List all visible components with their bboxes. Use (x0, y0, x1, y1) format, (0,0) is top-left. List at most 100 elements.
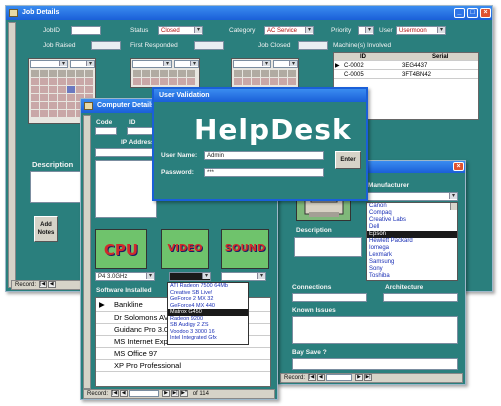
add-notes-button[interactable]: Add Notes (34, 216, 58, 242)
new-record-button[interactable]: ▶* (180, 390, 189, 397)
status-label: Status (130, 27, 149, 34)
calendar-month-select[interactable] (233, 60, 271, 68)
close-button[interactable]: × (480, 8, 491, 18)
job-details-titlebar[interactable]: Job Details _ □ × (6, 6, 492, 20)
record-label: Record: (15, 282, 37, 289)
table-row[interactable]: XP Pro Professional (96, 360, 270, 372)
video-select[interactable] (169, 272, 211, 281)
list-item[interactable]: Hewlett Packard (367, 238, 457, 245)
list-item[interactable]: Toshiba (367, 273, 457, 280)
hardware-record-navigator[interactable]: Record: |◀ ◀ ▶ ▶| (280, 373, 463, 383)
first-record-button[interactable]: |◀ (110, 390, 119, 397)
job-id-label: JobID (43, 27, 60, 34)
add-notes-label: Add Notes (37, 222, 55, 236)
known-issues-field[interactable] (292, 316, 458, 344)
dropdown-item[interactable]: Intel Integrated Gfx (168, 335, 248, 342)
software-item: XP Pro Professional (114, 361, 181, 370)
calendar-days[interactable] (234, 70, 296, 85)
username-label: User Name: (161, 152, 198, 159)
list-item[interactable]: Creative Labs (367, 217, 457, 224)
description-field[interactable] (294, 237, 362, 257)
description-field[interactable] (30, 171, 82, 203)
job-id-field[interactable] (71, 26, 101, 35)
video-dropdown-list[interactable]: ATI Radeon 7500 64Mb Creative SB Live! G… (167, 282, 249, 345)
list-item[interactable]: Dell (367, 224, 457, 231)
job-details-title: Job Details (22, 9, 60, 16)
list-item[interactable]: Samsung (367, 259, 457, 266)
grid-header-id: ID (360, 54, 366, 60)
job-record-navigator[interactable]: Record: |◀ ◀ (11, 280, 83, 290)
list-item[interactable]: Lexmark (367, 252, 457, 259)
record-selector-strip[interactable] (83, 115, 91, 389)
id-field[interactable] (127, 127, 153, 135)
next-record-button[interactable]: ▶ (162, 390, 171, 397)
list-item[interactable]: Compaq (367, 210, 457, 217)
record-number-field[interactable] (129, 390, 160, 397)
code-label: Code (96, 119, 113, 126)
last-record-button[interactable]: ▶| (364, 374, 373, 381)
priority-select[interactable] (358, 26, 374, 35)
record-number-field[interactable] (326, 374, 353, 381)
category-select[interactable]: AC Service (264, 26, 314, 35)
prev-record-button[interactable]: ◀ (316, 374, 325, 381)
calendar-first-responded[interactable] (130, 58, 200, 88)
enter-button[interactable]: Enter (335, 151, 361, 169)
code-field[interactable] (95, 127, 117, 135)
sound-chip[interactable]: SOUND (221, 229, 269, 269)
row-indicator-icon: ▶ (335, 63, 340, 69)
list-item[interactable]: Iomega (367, 245, 457, 252)
notes-field[interactable] (95, 160, 157, 218)
manufacturer-scrollbar[interactable] (450, 203, 457, 210)
list-item[interactable]: Sony (367, 266, 457, 273)
grid-header: ID Serial (334, 53, 478, 61)
record-selector-strip[interactable] (8, 22, 16, 288)
list-item[interactable]: Canon (367, 203, 457, 210)
manufacturer-select[interactable] (366, 192, 458, 201)
first-record-button[interactable]: |◀ (38, 281, 47, 288)
connections-label: Connections (292, 284, 332, 291)
grid-header-serial: Serial (432, 54, 449, 60)
priority-label: Priority (331, 27, 352, 34)
calendar-month-select[interactable] (30, 60, 68, 68)
calendar-year-select[interactable] (70, 60, 95, 68)
calendar-days[interactable] (133, 70, 195, 85)
username-input[interactable]: Admin (204, 151, 324, 160)
calendar-job-closed[interactable] (231, 58, 299, 88)
table-row[interactable]: MS Office 97 (96, 348, 270, 360)
maximize-button[interactable]: □ (467, 8, 478, 18)
cpu-chip[interactable]: CPU (95, 229, 147, 269)
architecture-field[interactable] (383, 293, 458, 302)
user-select[interactable]: Usermoon (396, 26, 446, 35)
close-button[interactable]: × (453, 162, 464, 171)
manufacturer-label: Manufacturer (368, 182, 410, 189)
software-item: Bankline (114, 300, 143, 309)
first-record-button[interactable]: |◀ (307, 374, 316, 381)
bin-state-field[interactable] (292, 358, 458, 370)
table-row[interactable]: ▶ C-0002 3EG4437 (334, 62, 478, 70)
cpu-select[interactable]: P4 3.0GHz (95, 272, 155, 281)
last-record-button[interactable]: ▶| (171, 390, 180, 397)
minimize-button[interactable]: _ (454, 8, 465, 18)
status-select[interactable]: Closed (158, 26, 203, 35)
calendar-year-select[interactable] (273, 60, 298, 68)
user-validation-titlebar[interactable]: User Validation (154, 89, 366, 102)
calendar-year-select[interactable] (174, 60, 199, 68)
password-input[interactable]: *** (204, 168, 324, 177)
bin-state-label: Bay Save ? (292, 349, 327, 356)
computer-record-navigator[interactable]: Record: |◀ ◀ ▶ ▶| ▶* of 114 (83, 389, 275, 399)
row-serial: 3FT4BN42 (402, 72, 432, 78)
first-responded-label: First Responded (130, 42, 178, 49)
prev-record-button[interactable]: ◀ (119, 390, 128, 397)
user-validation-title: User Validation (159, 92, 210, 99)
prev-record-button[interactable]: ◀ (47, 281, 56, 288)
next-record-button[interactable]: ▶ (355, 374, 364, 381)
job-raised-field (91, 41, 121, 50)
sound-select[interactable] (221, 272, 266, 281)
table-row[interactable]: C-0005 3FT4BN42 (334, 71, 478, 79)
calendar-month-select[interactable] (132, 60, 172, 68)
video-chip[interactable]: VIDEO (161, 229, 209, 269)
connections-field[interactable] (292, 293, 367, 302)
list-item-selected[interactable]: Epson (367, 231, 457, 238)
manufacturer-list[interactable]: Canon Compaq Creative Labs Dell Epson He… (366, 202, 458, 281)
helpdesk-logo: HelpDesk (194, 113, 352, 146)
